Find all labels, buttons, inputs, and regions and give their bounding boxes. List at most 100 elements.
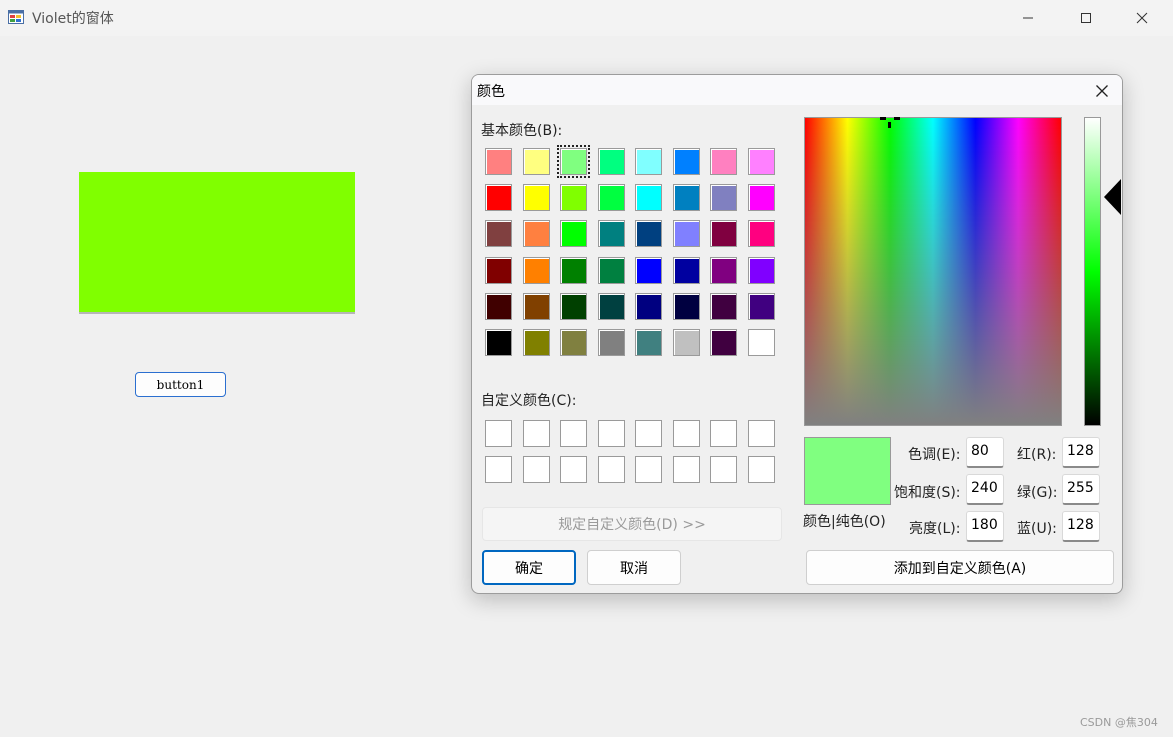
custom-color-swatch[interactable]: [560, 456, 587, 483]
basic-color-swatch[interactable]: [635, 329, 662, 356]
basic-color-swatch[interactable]: [522, 148, 550, 175]
basic-color-swatch[interactable]: [747, 329, 775, 356]
blue-label: 蓝(U):: [1017, 521, 1057, 537]
basic-color-swatch[interactable]: [560, 329, 587, 356]
basic-color-swatch[interactable]: [485, 220, 512, 248]
custom-color-swatch[interactable]: [485, 420, 512, 447]
custom-color-swatch[interactable]: [485, 456, 512, 483]
custom-color-swatch[interactable]: [672, 456, 700, 483]
maximize-icon: [1081, 13, 1091, 23]
basic-color-swatch[interactable]: [710, 329, 737, 356]
color-preview: [804, 437, 891, 505]
red-input[interactable]: 128: [1062, 437, 1100, 468]
basic-color-swatch[interactable]: [672, 329, 700, 356]
basic-colors-label: 基本颜色(B):: [481, 123, 563, 139]
basic-color-swatch[interactable]: [672, 184, 700, 212]
basic-color-swatch[interactable]: [560, 184, 587, 212]
custom-color-swatch[interactable]: [597, 420, 625, 447]
basic-color-swatch[interactable]: [522, 220, 550, 248]
basic-color-swatch[interactable]: [522, 184, 550, 212]
basic-color-swatch[interactable]: [485, 329, 512, 356]
basic-color-swatch[interactable]: [597, 148, 625, 175]
basic-color-swatch[interactable]: [672, 148, 700, 175]
custom-color-swatch[interactable]: [672, 420, 700, 447]
watermark: CSDN @焦304: [1080, 716, 1158, 729]
basic-color-swatch[interactable]: [522, 329, 550, 356]
basic-color-swatch[interactable]: [635, 220, 662, 248]
custom-color-swatch[interactable]: [560, 420, 587, 447]
luminosity-input[interactable]: 180: [966, 511, 1004, 542]
basic-color-swatch[interactable]: [710, 148, 737, 175]
saturation-input[interactable]: 240: [966, 474, 1004, 505]
custom-color-swatch[interactable]: [710, 420, 737, 447]
ok-button[interactable]: 确定: [482, 550, 576, 585]
luminosity-arrow-icon[interactable]: [1103, 179, 1123, 215]
luminosity-slider[interactable]: [1084, 117, 1101, 426]
maximize-button[interactable]: [1060, 0, 1112, 36]
basic-color-swatch[interactable]: [635, 292, 662, 320]
color-panel: [79, 172, 355, 314]
basic-color-swatch[interactable]: [747, 256, 775, 284]
green-label: 绿(G):: [1017, 485, 1058, 501]
custom-color-swatch[interactable]: [747, 456, 775, 483]
custom-color-swatch[interactable]: [710, 456, 737, 483]
hue-label: 色调(E):: [908, 447, 961, 463]
define-custom-colors-button: 规定自定义颜色(D) >>: [482, 507, 782, 541]
blue-input[interactable]: 128: [1062, 511, 1100, 542]
custom-color-swatch[interactable]: [635, 456, 662, 483]
basic-color-swatch[interactable]: [672, 220, 700, 248]
hue-input[interactable]: 80: [966, 437, 1004, 468]
custom-color-swatch[interactable]: [635, 420, 662, 447]
basic-color-swatch[interactable]: [485, 148, 512, 175]
add-to-custom-colors-button[interactable]: 添加到自定义颜色(A): [806, 550, 1114, 585]
window-titlebar: Violet的窗体: [0, 0, 1173, 36]
basic-color-swatch[interactable]: [597, 184, 625, 212]
basic-color-swatch[interactable]: [485, 256, 512, 284]
basic-color-swatch[interactable]: [560, 256, 587, 284]
basic-color-swatch[interactable]: [710, 184, 737, 212]
basic-color-swatch[interactable]: [672, 256, 700, 284]
basic-color-swatch[interactable]: [522, 292, 550, 320]
basic-color-swatch[interactable]: [635, 256, 662, 284]
basic-color-swatch[interactable]: [560, 220, 587, 248]
custom-color-swatch[interactable]: [522, 420, 550, 447]
basic-color-swatch[interactable]: [747, 184, 775, 212]
basic-color-swatch[interactable]: [522, 256, 550, 284]
color-dialog: 颜色 基本颜色(B): 自定义颜色(C): 规定自定义颜色(D) >> 确定 取…: [471, 74, 1123, 594]
close-icon: [1096, 85, 1108, 97]
basic-color-swatch[interactable]: [557, 145, 590, 178]
basic-color-swatch[interactable]: [710, 292, 737, 320]
luminosity-label: 亮度(L):: [909, 521, 961, 537]
saturation-label: 饱和度(S):: [894, 485, 961, 501]
color-solid-label: 颜色|纯色(O): [803, 514, 886, 530]
basic-color-swatch[interactable]: [485, 184, 512, 212]
custom-color-swatch[interactable]: [597, 456, 625, 483]
green-input[interactable]: 255: [1062, 474, 1100, 505]
basic-color-swatch[interactable]: [710, 256, 737, 284]
basic-color-swatch[interactable]: [597, 329, 625, 356]
basic-color-swatch[interactable]: [672, 292, 700, 320]
basic-color-swatch[interactable]: [635, 148, 662, 175]
basic-color-swatch[interactable]: [560, 292, 587, 320]
basic-color-swatch[interactable]: [597, 220, 625, 248]
basic-color-swatch[interactable]: [747, 292, 775, 320]
basic-color-swatch[interactable]: [635, 184, 662, 212]
basic-color-swatch[interactable]: [485, 292, 512, 320]
custom-color-swatch[interactable]: [522, 456, 550, 483]
close-button[interactable]: [1116, 0, 1168, 36]
cancel-button[interactable]: 取消: [587, 550, 681, 585]
color-spectrum[interactable]: [804, 117, 1062, 426]
basic-color-swatch[interactable]: [747, 220, 775, 248]
custom-color-swatch[interactable]: [747, 420, 775, 447]
dialog-title: 颜色: [477, 84, 505, 100]
dialog-close-button[interactable]: [1090, 80, 1114, 102]
dialog-titlebar: 颜色: [472, 75, 1122, 105]
basic-color-swatch[interactable]: [710, 220, 737, 248]
app-window-icon: [8, 10, 24, 24]
minimize-button[interactable]: [1002, 0, 1054, 36]
basic-color-swatch[interactable]: [597, 292, 625, 320]
basic-color-swatch[interactable]: [597, 256, 625, 284]
custom-colors-label: 自定义颜色(C):: [481, 393, 577, 409]
basic-color-swatch[interactable]: [747, 148, 775, 175]
button1[interactable]: button1: [135, 372, 226, 397]
